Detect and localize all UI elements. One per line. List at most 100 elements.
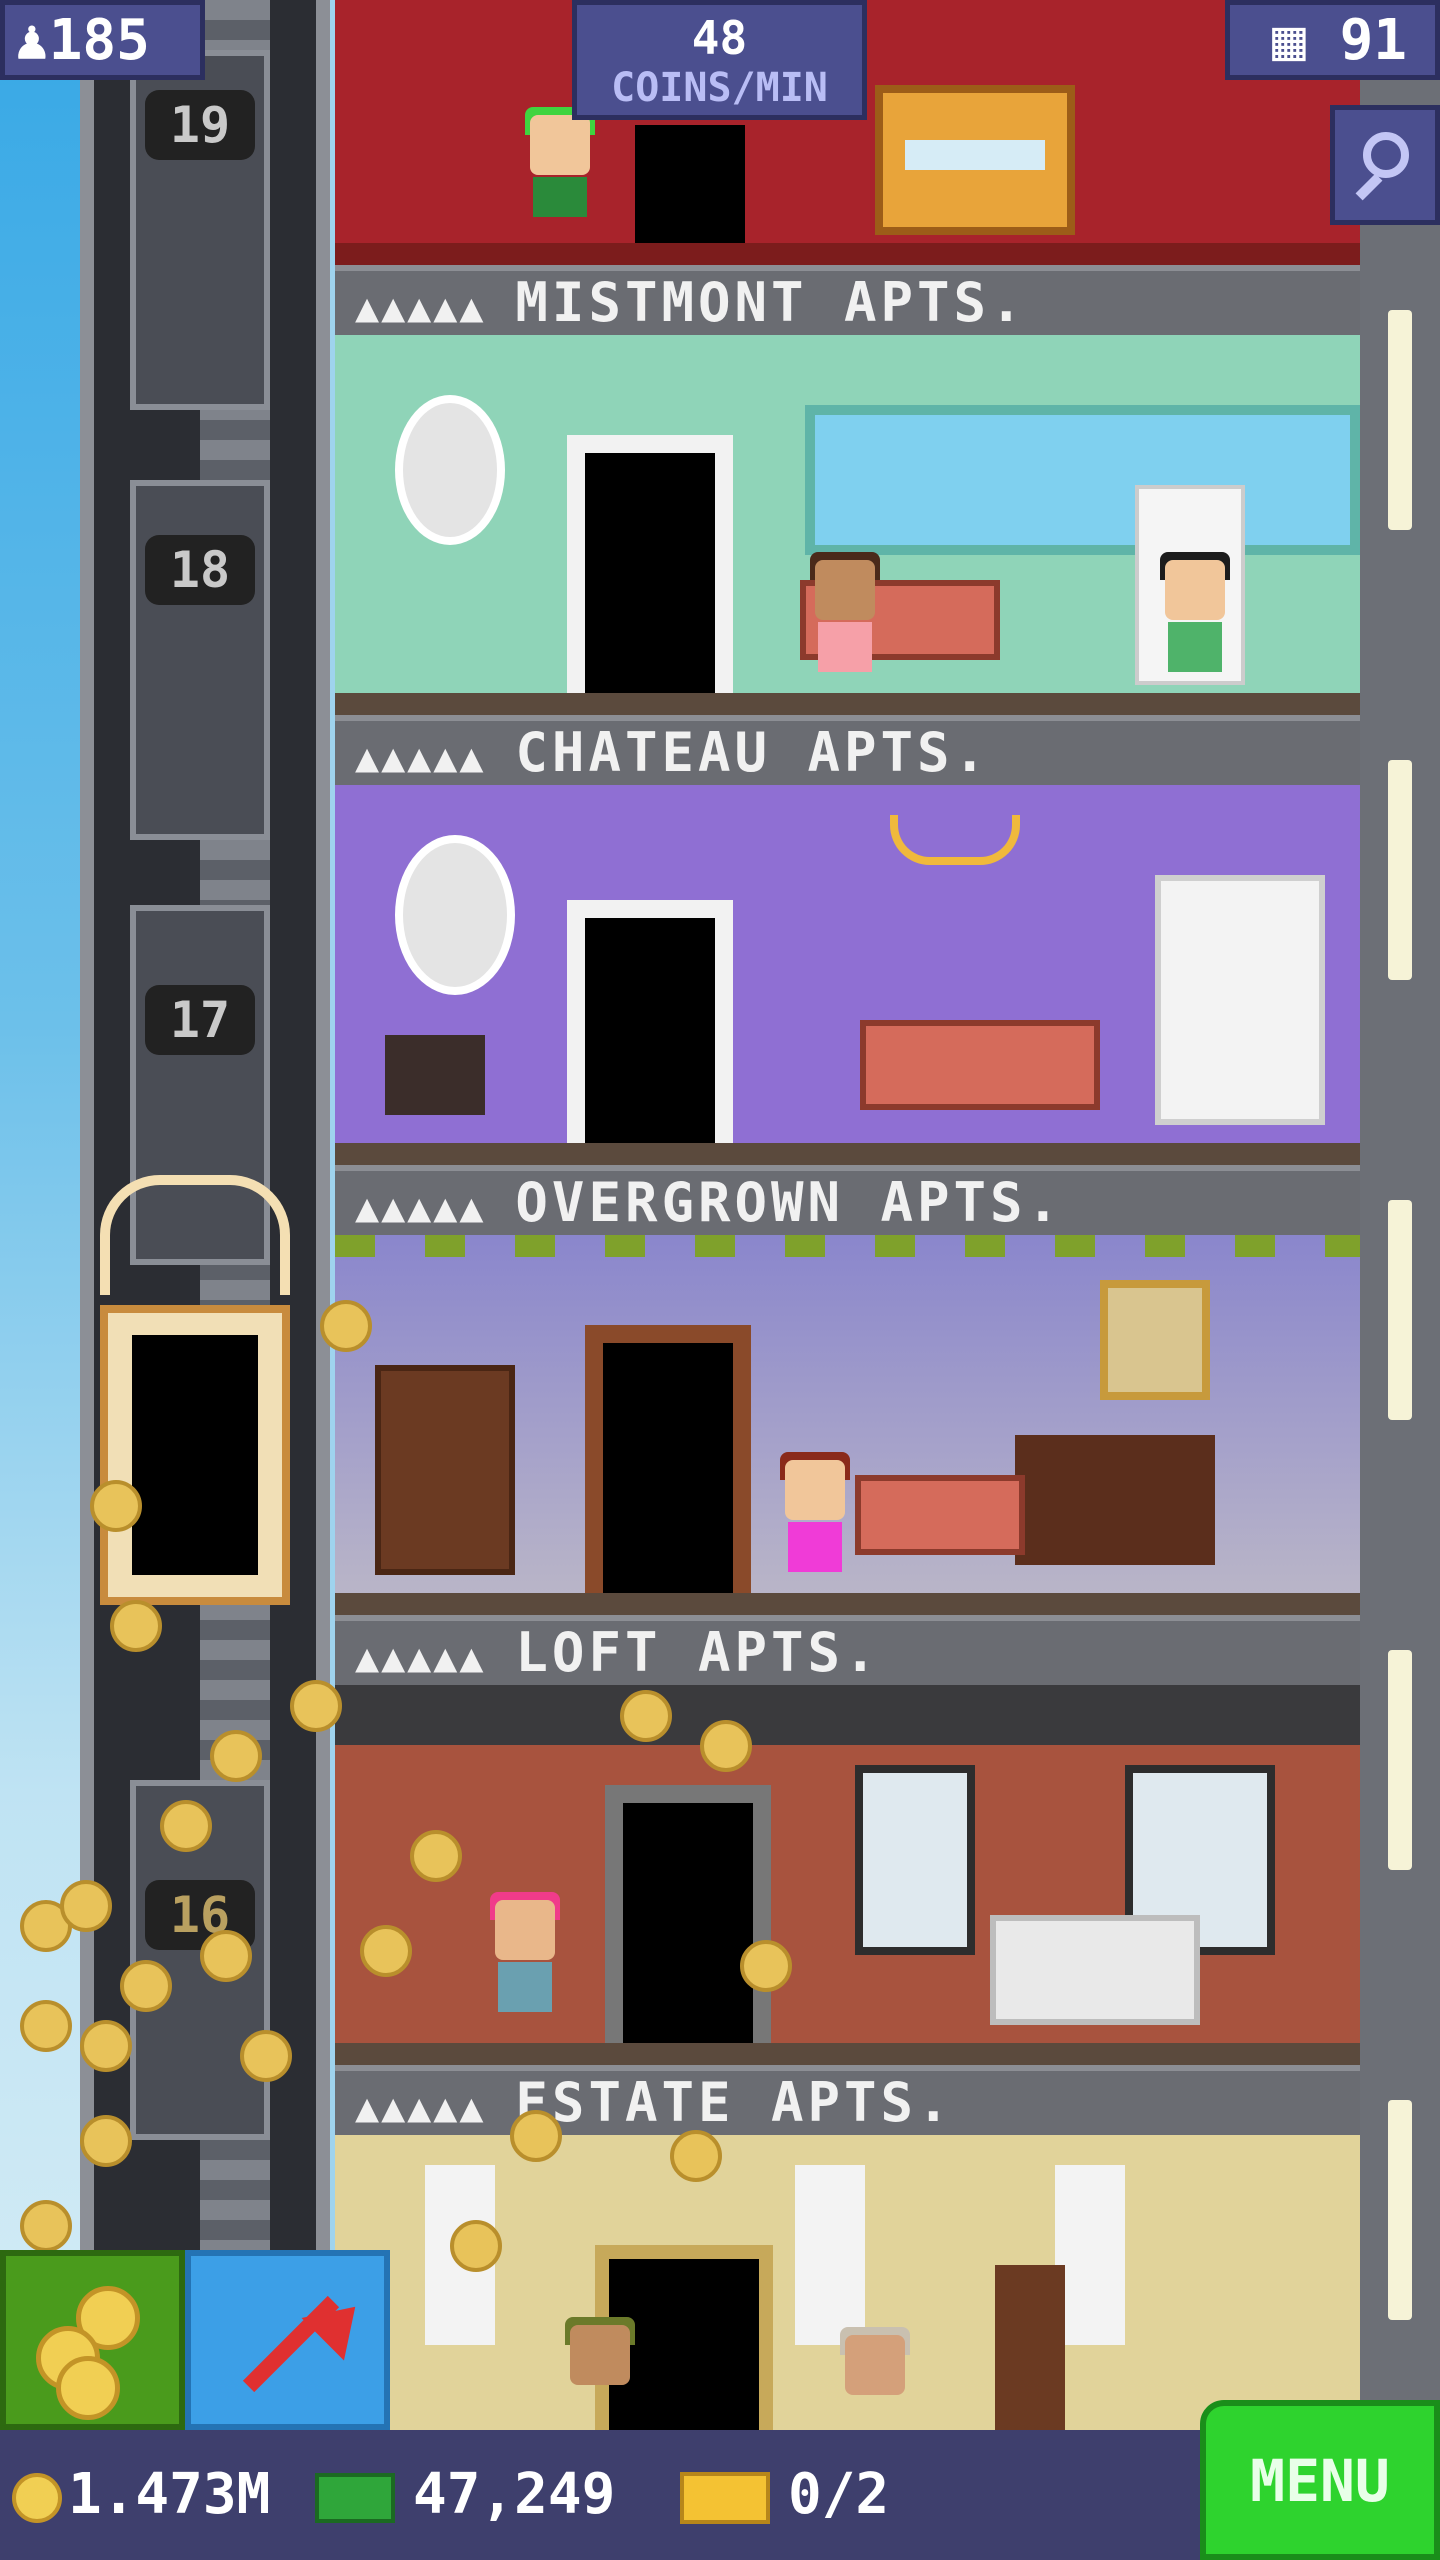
- window-strip: [1388, 2100, 1412, 2320]
- coin-icon[interactable]: [90, 1480, 142, 1532]
- population-counter[interactable]: ♟185: [0, 0, 205, 80]
- coin-icon[interactable]: [210, 1730, 262, 1782]
- coin-icon[interactable]: [450, 2220, 502, 2272]
- coin-icon[interactable]: [20, 2000, 72, 2052]
- window-strip: [1388, 760, 1412, 980]
- cabinet: [1155, 875, 1325, 1125]
- floor-counter[interactable]: ▦ 91: [1225, 0, 1440, 80]
- elevator-car[interactable]: [100, 1175, 290, 1615]
- person-torso: [818, 622, 872, 672]
- floor-room-estate[interactable]: [335, 2135, 1360, 2435]
- coin-icon[interactable]: [80, 2020, 132, 2072]
- tickets-value: 0/2: [788, 2462, 890, 2527]
- coin-icon[interactable]: [510, 2110, 562, 2162]
- coin-icon[interactable]: [410, 1830, 462, 1882]
- coin-icon[interactable]: [700, 1720, 752, 1772]
- sofa: [990, 1915, 1200, 2025]
- coin-icon[interactable]: [60, 1880, 112, 1932]
- shaft-rail-right: [316, 0, 330, 2560]
- person-head: [570, 2325, 630, 2385]
- room-floor: [335, 1593, 1360, 1615]
- person-head: [785, 1460, 845, 1520]
- window-strip: [1388, 310, 1412, 530]
- tickets-stat[interactable]: 0/2: [680, 2430, 889, 2560]
- floor-number-label: 18: [145, 535, 255, 605]
- floor-count-value: 91: [1339, 8, 1407, 73]
- arrow-up-tip: [301, 2285, 377, 2361]
- wall-mirror: [395, 395, 505, 545]
- sofa: [855, 1475, 1025, 1555]
- person-torso: [498, 1962, 552, 2012]
- pillar: [1055, 2165, 1125, 2345]
- floor-stars: ▲▲▲▲▲: [355, 1635, 486, 1681]
- room-door: [567, 900, 733, 1165]
- ticket-icon: [680, 2471, 770, 2524]
- tenant-person[interactable]: [1160, 552, 1230, 690]
- bookshelf: [995, 2265, 1065, 2435]
- coin-rate-display: 48 COINS/MIN: [572, 0, 867, 120]
- floor-room-overgrown[interactable]: [335, 1235, 1360, 1615]
- person-head: [845, 2335, 905, 2395]
- coin-rate-unit: COINS/MIN: [611, 65, 828, 111]
- coin-icon[interactable]: [110, 1600, 162, 1652]
- fireplace: [1015, 1435, 1215, 1565]
- shaft-rail-left: [80, 0, 94, 2560]
- person-torso: [1168, 622, 1222, 672]
- floor-number-label: 17: [145, 985, 255, 1055]
- floor-room-chateau[interactable]: [335, 785, 1360, 1165]
- floor-sign-mistmont[interactable]: ▲▲▲▲▲ MISTMONT APTS.: [335, 265, 1360, 335]
- collect-coins-button[interactable]: [0, 2250, 185, 2430]
- floor-name: ESTATE APTS.: [515, 2071, 954, 2134]
- person-icon: ♟: [15, 8, 49, 73]
- coin-icon[interactable]: [360, 1925, 412, 1977]
- zoom-button[interactable]: [1330, 105, 1440, 225]
- pillar: [795, 2165, 865, 2345]
- bookshelf: [375, 1365, 515, 1575]
- side-table: [385, 1035, 485, 1115]
- floor-sign-chateau[interactable]: ▲▲▲▲▲ CHATEAU APTS.: [335, 715, 1360, 785]
- person-torso: [533, 177, 587, 217]
- coins-stat[interactable]: 1.473M: [12, 2430, 270, 2560]
- coin-icon[interactable]: [160, 1800, 212, 1852]
- coin-icon[interactable]: [740, 1940, 792, 1992]
- tenant-person[interactable]: [840, 2327, 910, 2435]
- person-head: [495, 1900, 555, 1960]
- coins-value: 1.473M: [68, 2462, 271, 2527]
- floor-sign-estate[interactable]: ▲▲▲▲▲ ESTATE APTS.: [335, 2065, 1360, 2135]
- elevator-up-button[interactable]: [185, 2250, 390, 2430]
- floor-room-mistmont[interactable]: [335, 335, 1360, 715]
- floor-sign-loft[interactable]: ▲▲▲▲▲ LOFT APTS.: [335, 1615, 1360, 1685]
- tower-bux-icon: [315, 2472, 395, 2523]
- coin-icon[interactable]: [320, 1300, 372, 1352]
- room-window: [805, 405, 1360, 555]
- floor-room-loft[interactable]: [335, 1685, 1360, 2065]
- floor-name: OVERGROWN APTS.: [515, 1171, 1064, 1234]
- room-door: [605, 1785, 771, 2053]
- tenant-person[interactable]: [565, 2317, 635, 2435]
- coin-icon[interactable]: [620, 1690, 672, 1742]
- floor-stars: ▲▲▲▲▲: [355, 1185, 486, 1231]
- coin-icon[interactable]: [120, 1960, 172, 2012]
- room-floor: [335, 243, 1360, 265]
- coin-icon[interactable]: [20, 2200, 72, 2252]
- room-floor: [335, 1143, 1360, 1165]
- coin-icon[interactable]: [670, 2130, 722, 2182]
- floor-number-label: 19: [145, 90, 255, 160]
- coin-icon[interactable]: [240, 2030, 292, 2082]
- menu-button[interactable]: MENU: [1200, 2400, 1440, 2560]
- bed-pillow: [905, 140, 1045, 170]
- elevator-crown: [100, 1175, 290, 1295]
- person-head: [530, 115, 590, 175]
- tower-right-column: [1360, 0, 1440, 2560]
- coin-icon[interactable]: [290, 1680, 342, 1732]
- tenant-person[interactable]: [525, 107, 595, 245]
- person-head: [815, 560, 875, 620]
- window-strip: [1388, 1650, 1412, 1870]
- coin-icon[interactable]: [200, 1930, 252, 1982]
- tenant-person[interactable]: [780, 1452, 850, 1590]
- tenant-person[interactable]: [810, 552, 880, 690]
- tenant-person[interactable]: [490, 1892, 560, 2030]
- floor-sign-overgrown[interactable]: ▲▲▲▲▲ OVERGROWN APTS.: [335, 1165, 1360, 1235]
- bux-stat[interactable]: 47,249: [315, 2430, 615, 2560]
- coin-icon[interactable]: [80, 2115, 132, 2167]
